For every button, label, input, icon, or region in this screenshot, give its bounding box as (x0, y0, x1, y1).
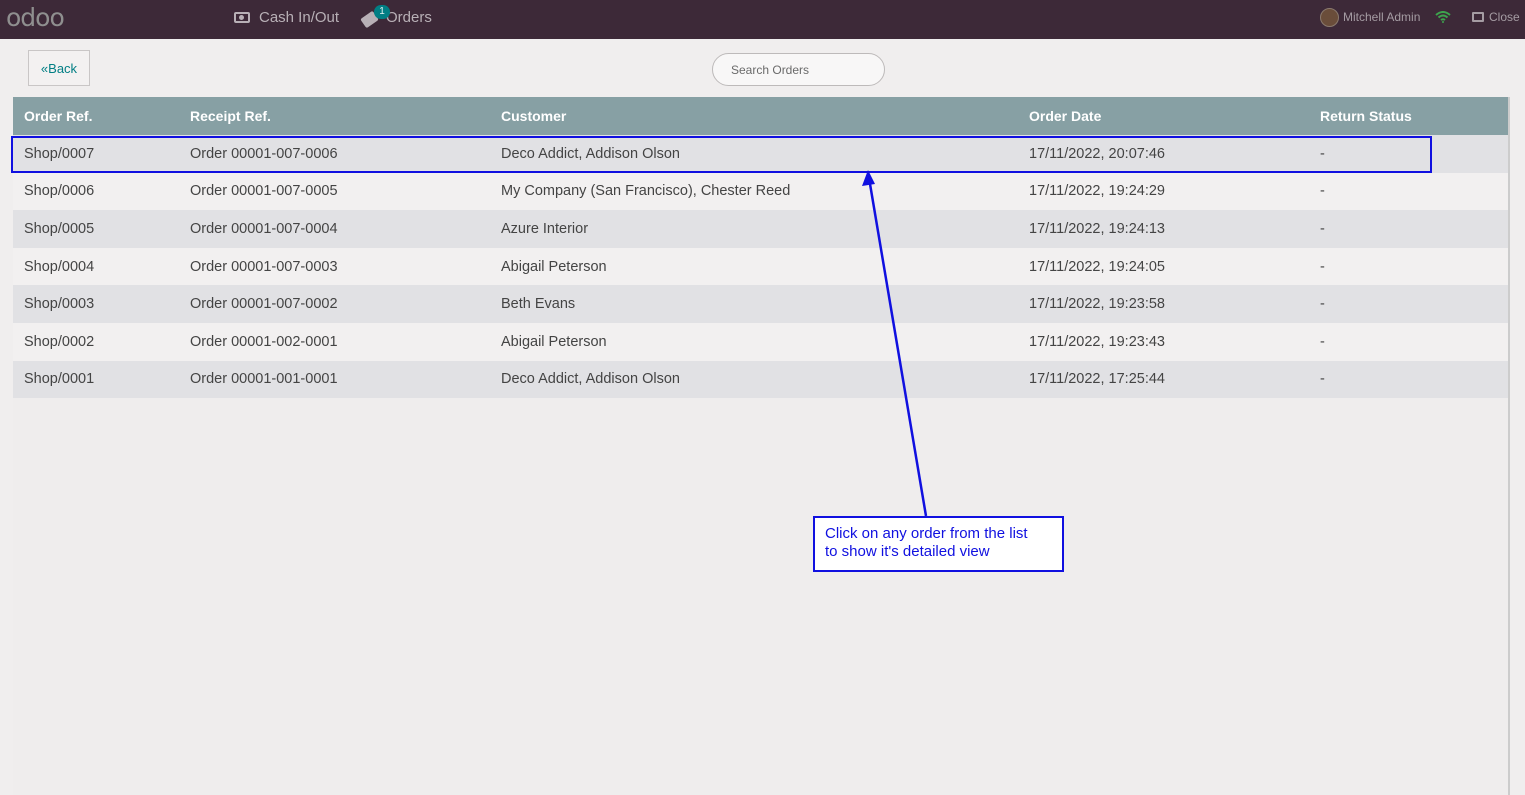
annotation-arrow (862, 170, 928, 517)
annotation-callout: Click on any order from the list to show… (813, 516, 1064, 572)
callout-line-1: Click on any order from the list (825, 525, 1028, 542)
callout-line-2: to show it's detailed view (825, 543, 990, 560)
